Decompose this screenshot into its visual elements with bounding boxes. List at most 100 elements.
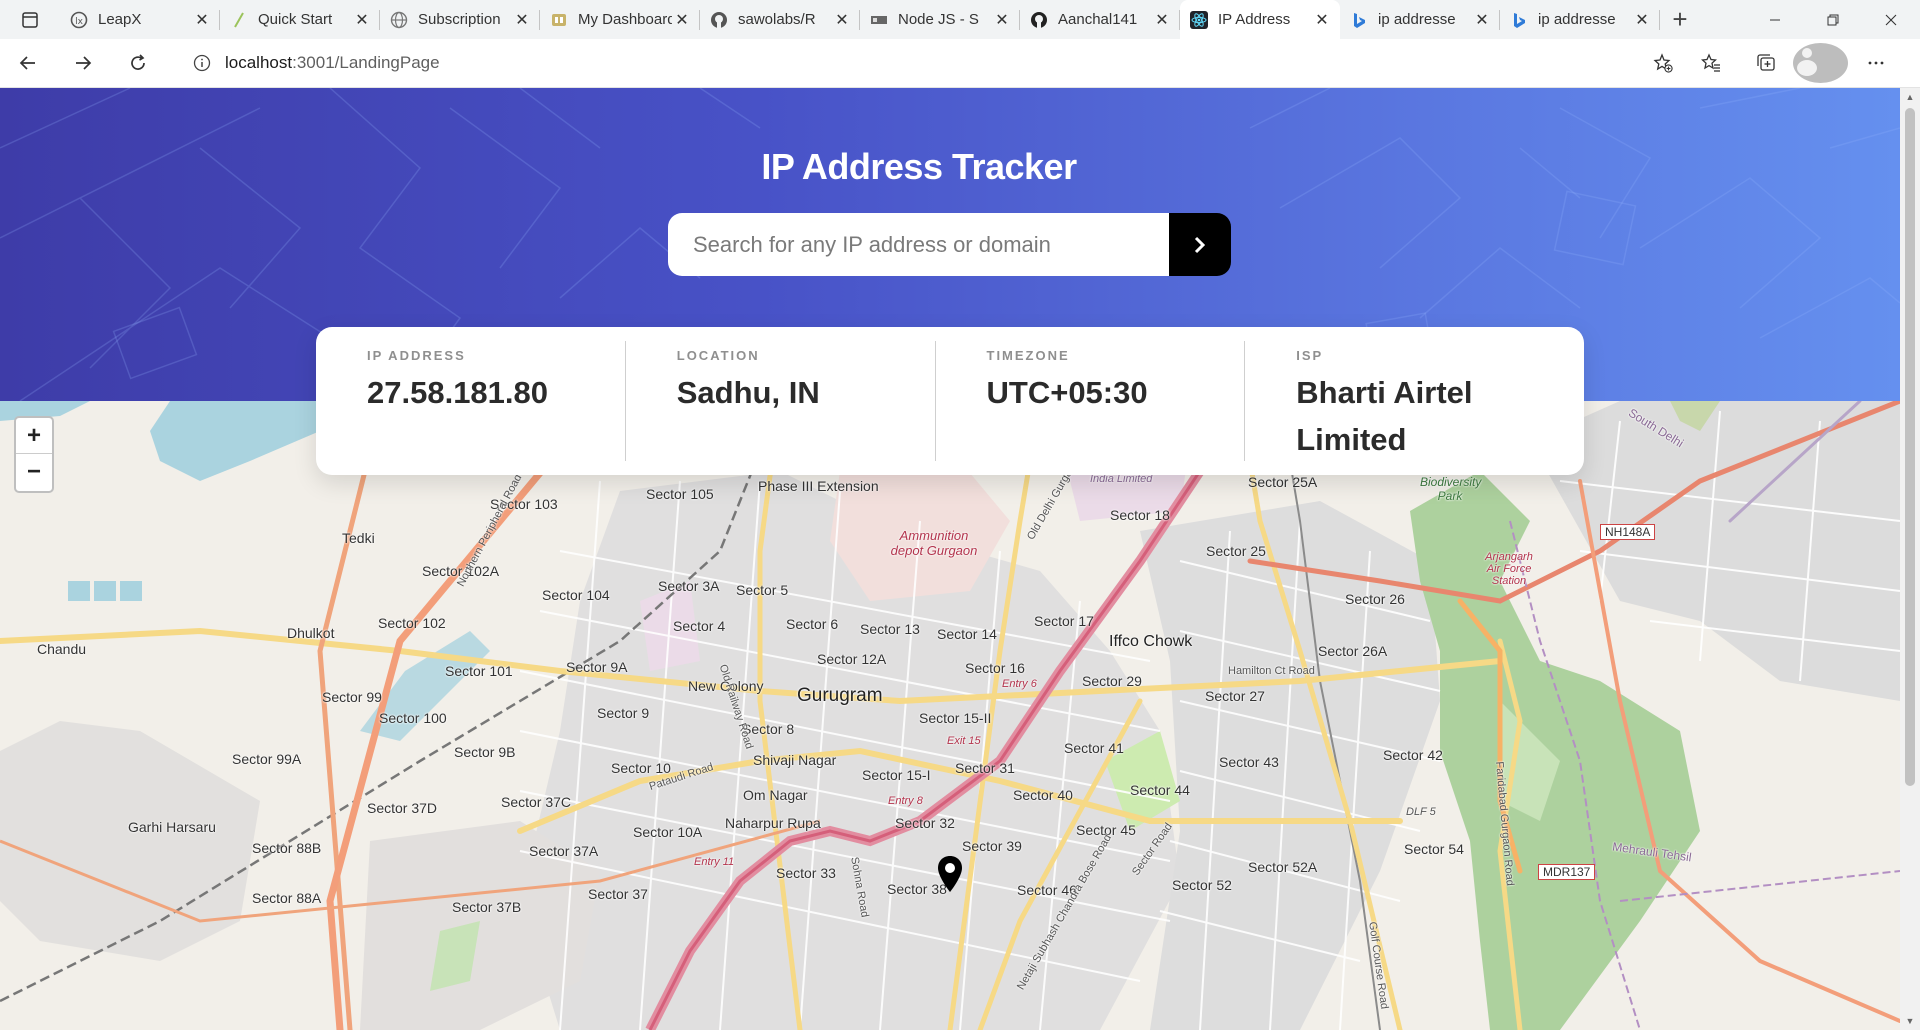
restore-button[interactable] <box>1804 0 1862 39</box>
collections-button[interactable] <box>1738 43 1793 83</box>
map-label: Sector 37A <box>529 843 599 859</box>
map-label: Sector 39 <box>962 838 1022 854</box>
map-label: Sector 88A <box>252 890 322 906</box>
map-label: Sector 9 <box>597 705 650 721</box>
collections-icon <box>1756 54 1775 71</box>
scroll-thumb[interactable] <box>1905 108 1915 786</box>
browser-tab[interactable]: Quick Start ✕ <box>220 0 380 39</box>
page-viewport: IP Address Tracker IP ADDRESS 27.58.181.… <box>0 88 1900 1030</box>
info-value: 27.58.181.80 <box>367 375 549 410</box>
scroll-down-icon[interactable]: ▼ <box>1900 1012 1920 1030</box>
map-label: Sector 31 <box>955 760 1015 776</box>
map-label: Sector 26A <box>1318 643 1388 659</box>
map-label: Sector 88B <box>252 840 322 856</box>
close-icon[interactable]: ✕ <box>1472 10 1492 30</box>
star-add-icon <box>1653 53 1673 73</box>
map-label: Om Nagar <box>743 787 808 803</box>
map-label: Sector 104 <box>542 587 610 603</box>
info-icon[interactable] <box>193 54 211 72</box>
map-label: Entry 8 <box>888 795 923 807</box>
browser-tab[interactable]: Subscription ✕ <box>380 0 540 39</box>
close-icon[interactable]: ✕ <box>1152 10 1172 30</box>
location-marker-icon[interactable] <box>937 855 963 893</box>
minimize-icon <box>1770 19 1780 20</box>
info-location: LOCATION Sadhu, IN <box>626 341 936 461</box>
add-favorite-button[interactable] <box>1643 53 1683 73</box>
favorites-button[interactable] <box>1683 43 1738 83</box>
map-label: Sector 4 <box>673 618 726 634</box>
map-label: Sector 12A <box>817 651 887 667</box>
map-label: DLF 5 <box>1406 806 1436 818</box>
profile-button[interactable] <box>1793 43 1848 83</box>
tab-actions-button[interactable] <box>0 0 60 39</box>
map-label: Sector 37 <box>588 886 648 902</box>
map-label: Sector 18 <box>1110 507 1170 523</box>
browser-tab[interactable]: ip addresse ✕ <box>1500 0 1660 39</box>
map-label: Tedki <box>342 530 375 546</box>
info-value: Bharti Airtel Limited <box>1296 375 1473 457</box>
map-label: Sector 99 <box>322 689 382 705</box>
browser-tab[interactable]: My Dashboard ✕ <box>540 0 700 39</box>
browser-tab[interactable]: Node JS - S ✕ <box>860 0 1020 39</box>
close-window-button[interactable] <box>1862 0 1920 39</box>
map-label: Sector 101 <box>445 663 513 679</box>
settings-menu-button[interactable] <box>1848 43 1903 83</box>
minimize-button[interactable] <box>1746 0 1804 39</box>
react-icon <box>1190 10 1208 29</box>
map-label: Sector 15-I <box>862 767 931 783</box>
map-zoom-control: + − <box>14 416 54 493</box>
window-controls <box>1746 0 1920 39</box>
map-label: Sector 99A <box>232 751 302 767</box>
map-label: MDR137 <box>1538 864 1596 880</box>
restore-icon <box>1827 14 1839 25</box>
map-label: Sector 10A <box>633 824 703 840</box>
info-label: IP ADDRESS <box>367 348 466 363</box>
search-submit-button[interactable] <box>1169 213 1231 276</box>
new-tab-button[interactable]: + <box>1660 0 1700 39</box>
more-icon <box>1868 61 1883 65</box>
map-label: Iffco Chowk <box>1109 633 1193 650</box>
close-icon <box>1885 14 1897 25</box>
map-container[interactable]: + − Sector 105 Phase III Extension Secto… <box>0 401 1900 1030</box>
browser-tab[interactable]: ip addresse ✕ <box>1340 0 1500 39</box>
close-icon[interactable]: ✕ <box>992 10 1012 30</box>
address-bar[interactable]: localhost:3001/LandingPage <box>179 46 1683 80</box>
browser-toolbar: localhost:3001/LandingPage <box>0 39 1920 88</box>
tab-title: Quick Start <box>258 11 333 28</box>
close-icon[interactable]: ✕ <box>512 10 532 30</box>
globe-icon <box>390 11 408 29</box>
browser-tab[interactable]: sawolabs/R ✕ <box>700 0 860 39</box>
map-label: Dhulkot <box>287 625 335 641</box>
ip-search-input[interactable] <box>668 213 1169 276</box>
close-icon[interactable]: ✕ <box>1632 10 1652 30</box>
close-icon[interactable]: ✕ <box>192 10 212 30</box>
close-icon[interactable]: ✕ <box>352 10 372 30</box>
page-scrollbar[interactable]: ▲ ▼ <box>1900 88 1920 1030</box>
map-label: Sector 13 <box>860 621 920 637</box>
map-label: Sector 25 <box>1206 543 1266 559</box>
map-label: Sector 100 <box>379 710 447 726</box>
zoom-out-button[interactable]: − <box>16 454 52 490</box>
flag-icon <box>870 11 888 29</box>
avatar <box>1793 43 1848 83</box>
url-host: localhost <box>225 53 293 72</box>
bing-icon <box>1350 11 1368 29</box>
browser-tab[interactable]: lx LeapX ✕ <box>60 0 220 39</box>
map-label: Gurugram <box>797 685 883 706</box>
info-label: TIMEZONE <box>986 348 1070 363</box>
refresh-button[interactable] <box>110 43 165 83</box>
forward-button[interactable] <box>55 43 110 83</box>
scroll-up-icon[interactable]: ▲ <box>1900 88 1920 106</box>
browser-tab[interactable]: Aanchal141 ✕ <box>1020 0 1180 39</box>
map-label: Phase III Extension <box>758 478 879 494</box>
map-label: Sector 15-II <box>919 710 992 726</box>
map-label: Sector 3A <box>658 578 720 594</box>
close-icon[interactable]: ✕ <box>832 10 852 30</box>
close-icon[interactable]: ✕ <box>1312 10 1332 30</box>
map-label: Sector 52 <box>1172 877 1232 893</box>
zoom-in-button[interactable]: + <box>16 418 52 454</box>
browser-tab-active[interactable]: IP Address ✕ <box>1180 0 1340 39</box>
map-label: Naharpur Rupa <box>725 815 821 831</box>
close-icon[interactable]: ✕ <box>672 10 692 30</box>
back-button[interactable] <box>0 43 55 83</box>
